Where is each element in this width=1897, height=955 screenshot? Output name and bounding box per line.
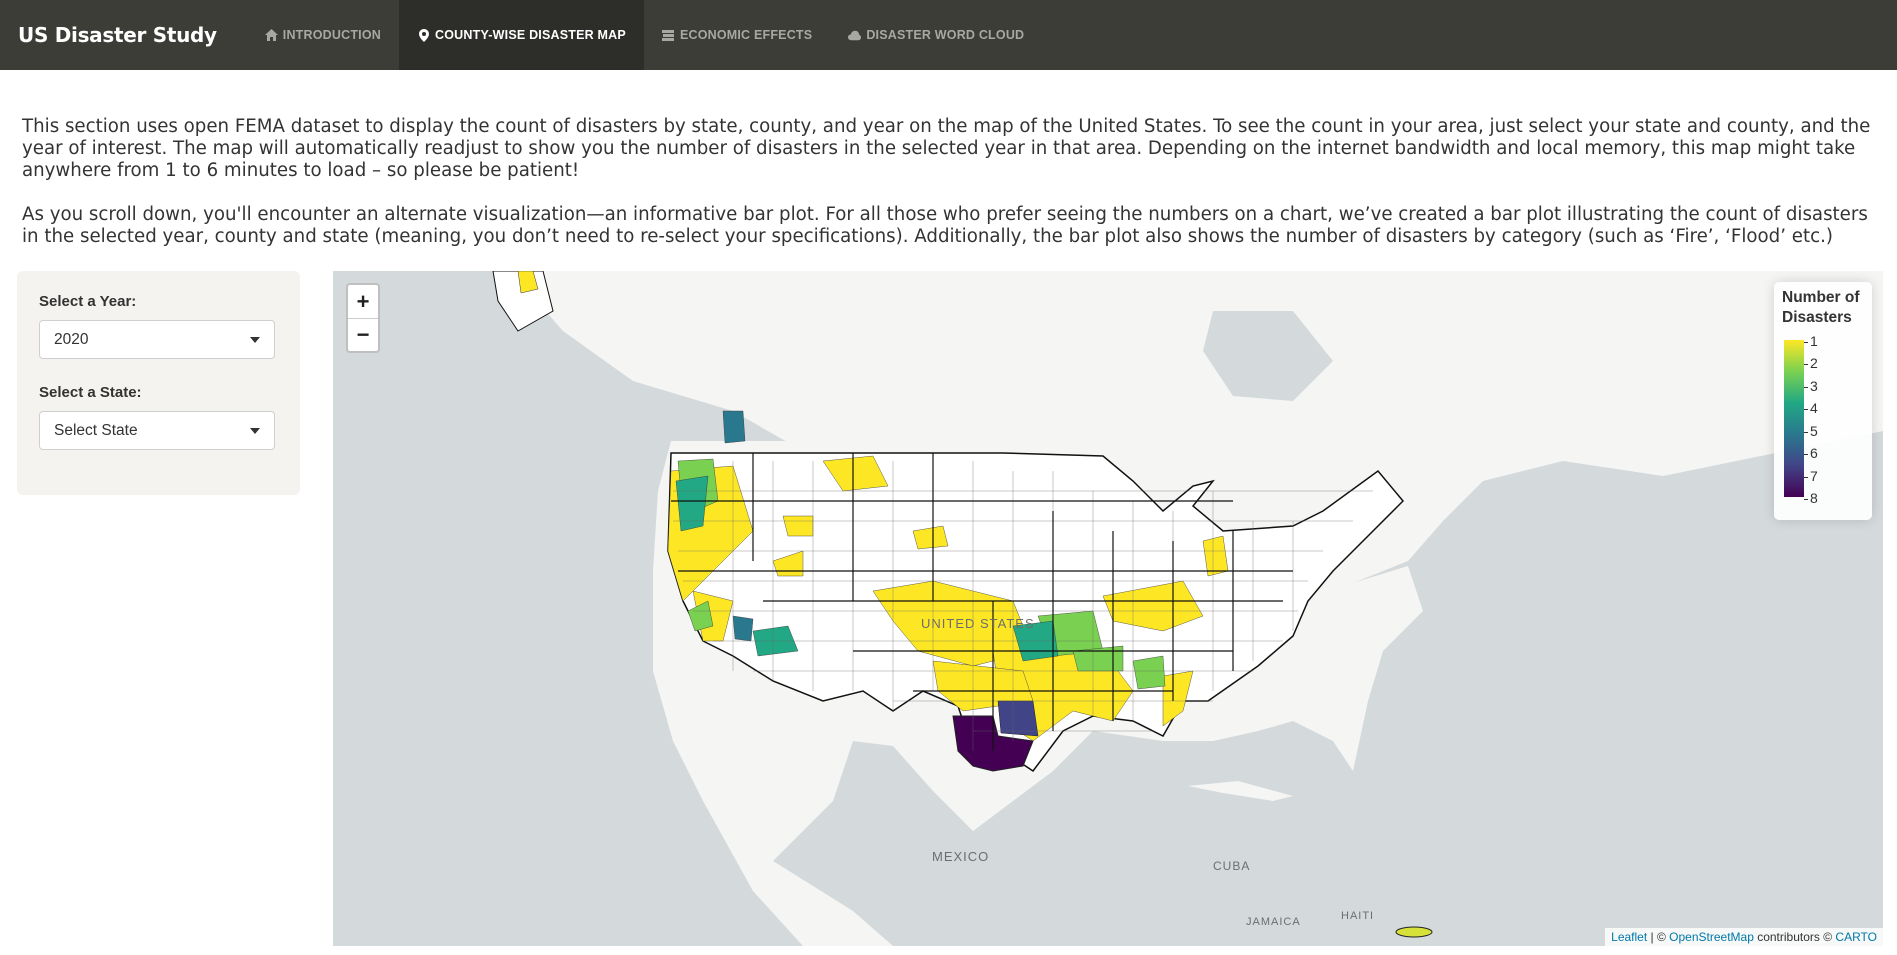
label-haiti: HAITI xyxy=(1341,910,1375,922)
state-select-value: Select State xyxy=(54,421,138,439)
label-united-states: UNITED STATES xyxy=(921,616,1035,631)
zoom-out-button[interactable]: − xyxy=(348,318,378,351)
filter-sidebar: Select a Year: 2020 Select a State: Sele… xyxy=(17,271,300,495)
attribution-separator: | © xyxy=(1647,930,1670,944)
intro-text: This section uses open FEMA dataset to d… xyxy=(22,116,1882,248)
map-attribution: Leaflet | © OpenStreetMap contributors ©… xyxy=(1605,928,1883,946)
home-icon xyxy=(264,29,278,42)
zoom-control: + − xyxy=(346,283,380,353)
tab-county-map-label: COUNTY-WISE DISASTER MAP xyxy=(435,28,626,42)
legend-tick: 6 xyxy=(1804,446,1818,460)
tab-economic-effects[interactable]: ECONOMIC EFFECTS xyxy=(644,0,830,70)
label-jamaica: JAMAICA xyxy=(1246,916,1301,928)
tab-county-map[interactable]: COUNTY-WISE DISASTER MAP xyxy=(399,0,644,70)
map-basemap xyxy=(492,271,1883,946)
year-select[interactable]: 2020 xyxy=(39,320,275,359)
money-icon xyxy=(662,29,675,42)
state-select-label: Select a State: xyxy=(39,384,142,401)
label-mexico: MEXICO xyxy=(932,849,990,864)
leaflet-link[interactable]: Leaflet xyxy=(1611,930,1647,944)
legend-tick: 7 xyxy=(1804,469,1818,483)
zoom-in-button[interactable]: + xyxy=(348,285,378,318)
intro-paragraph-2: As you scroll down, you'll encounter an … xyxy=(22,204,1868,247)
carto-link[interactable]: CARTO xyxy=(1835,930,1877,944)
legend-tick: 1 xyxy=(1804,334,1818,348)
top-navbar: US Disaster Study INTRODUCTION COUNTY-WI… xyxy=(0,0,1897,70)
legend-title: Number of Disasters xyxy=(1782,289,1860,326)
attribution-contributors: contributors © xyxy=(1753,930,1836,944)
map-marker-icon xyxy=(417,28,430,42)
intro-paragraph-1: This section uses open FEMA dataset to d… xyxy=(22,116,1871,181)
osm-link[interactable]: OpenStreetMap xyxy=(1669,930,1754,944)
legend-tick: 5 xyxy=(1804,424,1818,438)
tab-introduction-label: INTRODUCTION xyxy=(282,28,382,42)
label-cuba: CUBA xyxy=(1213,859,1251,873)
tab-economic-effects-label: ECONOMIC EFFECTS xyxy=(679,28,813,42)
legend-tick: 4 xyxy=(1804,401,1818,415)
disaster-map[interactable]: UNITED STATES MEXICO CUBA JAMAICA HAITI … xyxy=(333,271,1883,946)
state-select[interactable]: Select State xyxy=(39,411,275,450)
app-title[interactable]: US Disaster Study xyxy=(0,23,235,47)
cloud-icon xyxy=(848,29,862,42)
legend-color-bar xyxy=(1784,340,1804,497)
legend-tick: 3 xyxy=(1804,379,1818,393)
legend-tick: 8 xyxy=(1804,491,1818,505)
map-legend: Number of Disasters 1 2 3 4 5 6 7 8 xyxy=(1774,282,1872,520)
chevron-down-icon xyxy=(250,427,260,434)
tab-word-cloud-label: DISASTER WORD CLOUD xyxy=(866,28,1025,42)
year-select-value: 2020 xyxy=(54,330,89,348)
legend-tick: 2 xyxy=(1804,356,1818,370)
tab-introduction[interactable]: INTRODUCTION xyxy=(247,0,399,70)
chevron-down-icon xyxy=(250,336,260,343)
tab-word-cloud[interactable]: DISASTER WORD CLOUD xyxy=(830,0,1042,70)
year-select-label: Select a Year: xyxy=(39,293,137,310)
